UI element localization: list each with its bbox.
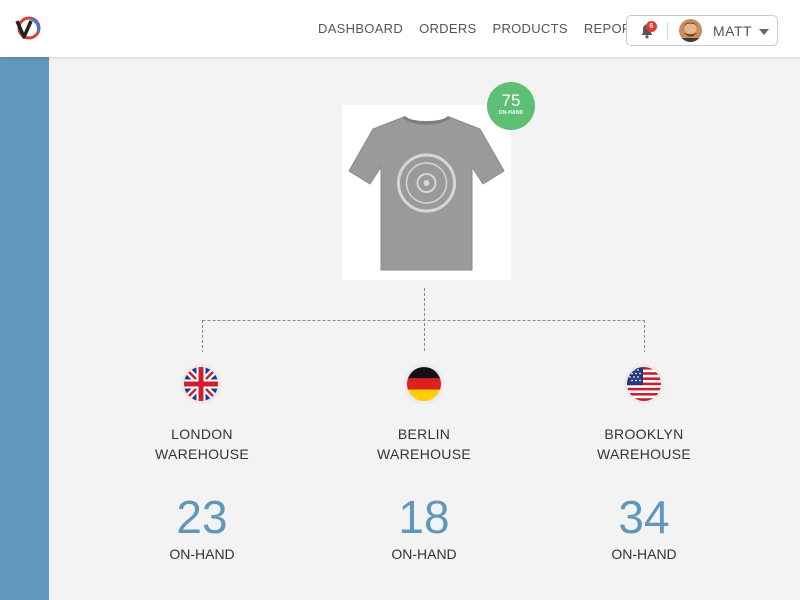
warehouse-count-label: ON-HAND	[611, 546, 677, 562]
page: DASHBOARD ORDERS PRODUCTS REPORTS 6 MATT…	[0, 0, 800, 600]
warehouse-berlin: BERLIN WAREHOUSE 18 ON-HAND	[344, 424, 504, 562]
germany-flag-icon	[407, 367, 441, 401]
warehouse-count: 34	[618, 491, 670, 543]
warehouse-name-line1: BROOKLYN	[604, 426, 684, 442]
chevron-down-icon[interactable]	[759, 29, 769, 35]
app-logo-icon[interactable]	[14, 15, 42, 41]
main-nav: DASHBOARD ORDERS PRODUCTS REPORTS	[318, 0, 665, 57]
warehouse-count-label: ON-HAND	[391, 546, 457, 562]
uk-flag-icon	[184, 367, 218, 401]
nav-products[interactable]: PRODUCTS	[492, 21, 567, 36]
warehouse-count: 18	[398, 491, 450, 543]
user-menu[interactable]: 6 MATT	[626, 15, 778, 46]
warehouse-name-line2: WAREHOUSE	[377, 446, 471, 462]
warehouse-name-line2: WAREHOUSE	[155, 446, 249, 462]
divider	[667, 22, 668, 40]
sidebar	[0, 57, 49, 600]
nav-orders[interactable]: ORDERS	[419, 21, 476, 36]
warehouse-brooklyn: BROOKLYN WAREHOUSE 34 ON-HAND	[564, 424, 724, 562]
warehouse-name-line2: WAREHOUSE	[597, 446, 691, 462]
total-on-hand-count: 75	[501, 91, 521, 110]
avatar[interactable]	[679, 19, 702, 42]
warehouse-count: 23	[176, 491, 228, 543]
user-name: MATT	[713, 23, 753, 39]
product-image	[342, 105, 511, 280]
warehouse-name-line1: BERLIN	[397, 426, 451, 442]
top-bar: DASHBOARD ORDERS PRODUCTS REPORTS 6 MATT	[0, 0, 800, 57]
nav-dashboard[interactable]: DASHBOARD	[318, 21, 403, 36]
usa-flag-icon	[627, 367, 661, 401]
warehouse-name-line1: LONDON	[171, 426, 233, 442]
notification-badge: 6	[646, 21, 657, 32]
warehouse-london: LONDON WAREHOUSE 23 ON-HAND	[122, 424, 282, 562]
total-on-hand-badge: 75 ON-HAND	[487, 82, 535, 130]
warehouse-count-label: ON-HAND	[169, 546, 235, 562]
total-on-hand-label: ON-HAND	[498, 110, 524, 116]
